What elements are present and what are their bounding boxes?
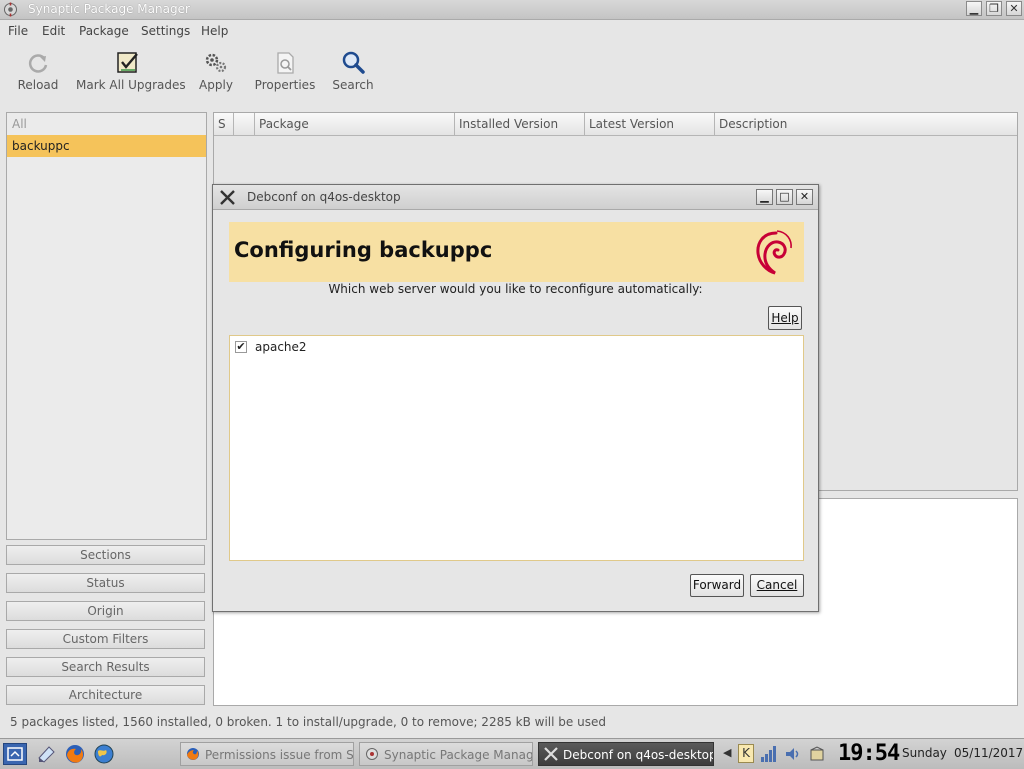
column-support[interactable] [234, 113, 255, 136]
close-icon: ✕ [799, 190, 810, 203]
taskbar: Permissions issue from Sy Synaptic Packa… [0, 738, 1024, 769]
dialog-heading: Configuring backuppc [234, 238, 493, 262]
task-synaptic[interactable]: Synaptic Package Manage [359, 742, 533, 766]
synaptic-app-icon [4, 2, 17, 17]
debconf-dialog: Debconf on q4os-desktop ▁ □ ✕ Configurin… [212, 184, 819, 612]
menu-package[interactable]: Package [79, 24, 129, 38]
option-apache2[interactable]: ✔ apache2 [230, 336, 430, 358]
keyboard-layout-indicator[interactable]: K [738, 744, 754, 763]
volume-icon[interactable] [784, 745, 802, 763]
search-results-button[interactable]: Search Results [6, 657, 205, 677]
menu-help[interactable]: Help [201, 24, 228, 38]
clock[interactable]: 19:54 [838, 741, 900, 766]
sections-button[interactable]: Sections [6, 545, 205, 565]
origin-button[interactable]: Origin [6, 601, 205, 621]
status-bar: 5 packages listed, 1560 installed, 0 bro… [10, 715, 606, 729]
x-app-icon [544, 747, 558, 761]
minimize-icon: ▁ [969, 2, 979, 15]
start-menu-icon [7, 747, 23, 761]
dialog-close-button[interactable]: ✕ [796, 189, 813, 205]
package-update-icon[interactable] [808, 745, 826, 763]
clock-date: 05/11/2017 [954, 746, 1024, 760]
close-button[interactable]: ✕ [1006, 1, 1022, 16]
reload-button[interactable]: Reload [16, 50, 60, 92]
start-menu-button[interactable] [3, 743, 27, 765]
apply-button[interactable]: Apply [196, 50, 236, 92]
apache2-checkbox[interactable]: ✔ [235, 341, 247, 353]
filter-item-backuppc[interactable]: backuppc [7, 135, 206, 157]
dialog-banner: Configuring backuppc [229, 222, 804, 282]
firefox-icon[interactable] [64, 743, 86, 765]
search-button[interactable]: Search [332, 50, 374, 92]
menu-file[interactable]: File [8, 24, 28, 38]
minimize-button[interactable]: ▁ [966, 1, 982, 16]
maximize-button[interactable]: ❐ [986, 1, 1002, 16]
filter-item-all[interactable]: All [7, 113, 206, 135]
help-button[interactable]: Help [768, 306, 802, 330]
column-description[interactable]: Description [715, 113, 1017, 136]
task-debconf[interactable]: Debconf on q4os-desktop [538, 742, 714, 766]
network-signal-icon[interactable] [760, 745, 778, 763]
synaptic-app-icon [366, 748, 378, 760]
checkmark-icon: ✔ [236, 340, 246, 353]
reload-icon [28, 54, 48, 73]
gears-icon [205, 53, 227, 73]
restore-icon: ❐ [989, 2, 999, 15]
choice-list: ✔ apache2 [229, 335, 804, 561]
cancel-button[interactable]: Cancel [750, 574, 804, 597]
filter-list: All backuppc [6, 112, 207, 540]
search-icon [342, 51, 365, 74]
column-package[interactable]: Package [255, 113, 455, 136]
dialog-minimize-button[interactable]: ▁ [756, 189, 773, 205]
task-permissions-issue[interactable]: Permissions issue from Sy [180, 742, 354, 766]
debian-logo-icon [756, 230, 792, 275]
column-installed-version[interactable]: Installed Version [455, 113, 585, 136]
firefox-icon [187, 748, 199, 760]
window-title: Synaptic Package Manager [28, 2, 190, 16]
menu-settings[interactable]: Settings [141, 24, 190, 38]
dialog-question: Which web server would you like to recon… [328, 282, 703, 296]
maximize-icon: □ [779, 190, 790, 203]
menu-edit[interactable]: Edit [42, 24, 65, 38]
mark-upgrades-icon [117, 52, 138, 73]
x-app-icon [220, 190, 235, 205]
close-icon: ✕ [1009, 2, 1019, 15]
dialog-titlebar[interactable]: Debconf on q4os-desktop ▁ □ ✕ [213, 185, 818, 210]
menubar: File Edit Package Settings Help [0, 20, 1024, 42]
architecture-button[interactable]: Architecture [6, 685, 205, 705]
custom-filters-button[interactable]: Custom Filters [6, 629, 205, 649]
dialog-title: Debconf on q4os-desktop [247, 190, 401, 204]
window-titlebar[interactable]: Synaptic Package Manager ▁ ❐ ✕ [0, 0, 1024, 20]
status-button[interactable]: Status [6, 573, 205, 593]
column-latest-version[interactable]: Latest Version [585, 113, 715, 136]
tray-expand-arrow-icon[interactable]: ◀ [723, 746, 731, 759]
column-status[interactable]: S [214, 113, 234, 136]
mark-all-upgrades-button[interactable]: Mark All Upgrades [76, 50, 186, 92]
forward-button[interactable]: Forward [690, 574, 744, 597]
clock-day: Sunday [902, 746, 947, 760]
dialog-maximize-button[interactable]: □ [776, 189, 793, 205]
minimize-icon: ▁ [760, 190, 769, 203]
option-label: apache2 [255, 340, 307, 354]
properties-icon [277, 52, 294, 74]
properties-button[interactable]: Properties [254, 50, 316, 92]
file-manager-icon[interactable] [37, 744, 57, 764]
web-browser-icon[interactable] [93, 743, 115, 765]
